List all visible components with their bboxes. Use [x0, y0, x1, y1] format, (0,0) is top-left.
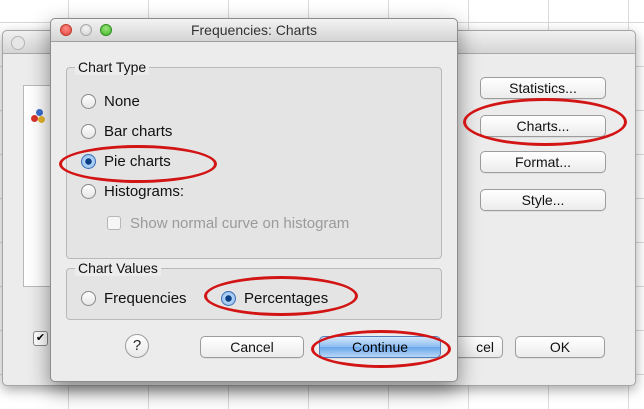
format-button[interactable]: Format... — [480, 151, 606, 173]
radio-label: Pie charts — [104, 153, 171, 170]
help-button[interactable]: ? — [125, 334, 149, 358]
radio-label: Percentages — [244, 290, 329, 307]
radio-label: None — [104, 93, 140, 110]
normal-curve-checkbox[interactable] — [107, 216, 121, 230]
radio-button[interactable] — [81, 94, 96, 109]
radio-button[interactable] — [81, 184, 96, 199]
variable-icon — [31, 109, 45, 123]
radio-button[interactable] — [81, 291, 96, 306]
chart-values-group: Chart Values Frequencies Percentages — [66, 260, 442, 320]
style-button[interactable]: Style... — [480, 189, 606, 211]
charts-button[interactable]: Charts... — [480, 115, 606, 137]
dialog-title: Frequencies: Charts — [190, 22, 318, 38]
cancel-button[interactable]: Cancel — [200, 336, 304, 358]
chart-values-legend: Chart Values — [75, 260, 161, 276]
ok-button[interactable]: OK — [515, 336, 605, 358]
radio-button-selected[interactable] — [221, 291, 236, 306]
dialog-titlebar: Frequencies: Charts — [51, 19, 457, 42]
radio-button[interactable] — [81, 124, 96, 139]
charts-dialog: Frequencies: Charts Chart Type None Bar … — [50, 18, 458, 382]
chart-type-group: Chart Type None Bar charts Pie charts Hi… — [66, 59, 442, 259]
continue-button[interactable]: Continue — [319, 336, 441, 358]
statistics-button[interactable]: Statistics... — [480, 77, 606, 99]
radio-button-selected[interactable] — [81, 154, 96, 169]
radio-label: Bar charts — [104, 123, 173, 140]
radio-label: Histograms: — [104, 183, 185, 200]
display-tables-checkbox[interactable]: ✔ — [33, 331, 48, 346]
radio-label: Frequencies — [104, 290, 187, 307]
normal-curve-label: Show normal curve on histogram — [130, 215, 350, 232]
chart-type-legend: Chart Type — [75, 59, 150, 75]
close-icon[interactable] — [11, 36, 25, 50]
